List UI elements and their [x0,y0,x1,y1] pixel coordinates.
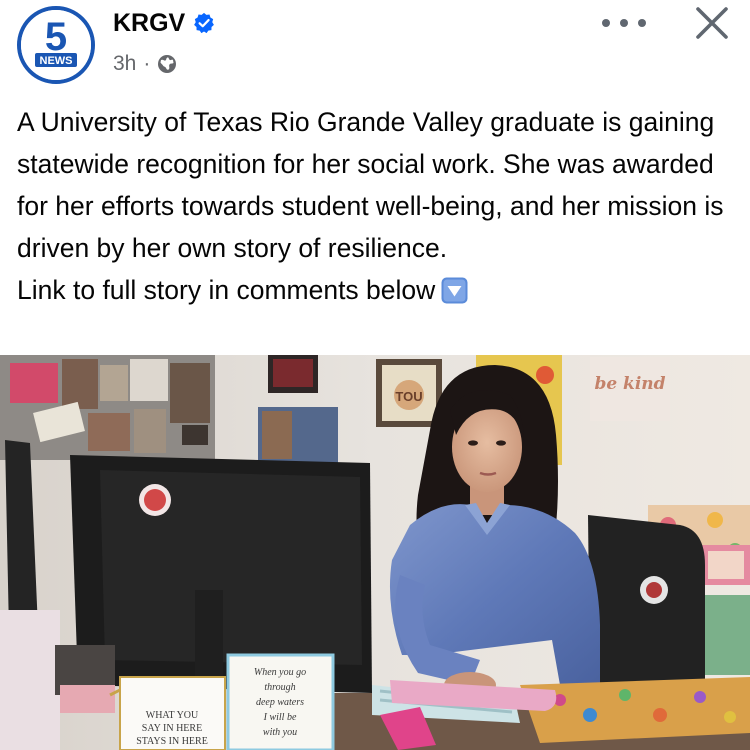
page-name-row: KRGV [113,8,215,38]
post-meta: 3h · [113,52,177,76]
wall-sign-text: be kind [594,374,665,394]
more-dot [620,19,628,27]
post-body: A University of Texas Rio Grande Valley … [17,101,737,311]
meta-separator: · [143,52,151,75]
card-left-line: SAY IN HERE [142,723,202,734]
wall-frame-text: TOU [395,389,422,404]
wall-photo [10,363,58,403]
post-link-line: Link to full story in comments below [17,269,737,311]
card-right-line: with you [263,727,297,738]
down-arrow-button-icon [441,274,468,304]
more-dot [638,19,646,27]
logo-number: 5 [45,15,67,59]
post-timestamp[interactable]: 3h [113,52,136,76]
more-dot [602,19,610,27]
wall-photo [182,425,208,445]
card-left-line: STAYS IN HERE [136,736,208,747]
card-right-line: deep waters [256,697,304,708]
krgv-5-news-logo: 5 NEWS [21,10,91,80]
logo-text: NEWS [40,55,73,67]
close-button[interactable] [692,3,732,43]
card-right-line: I will be [263,712,297,723]
post-photo[interactable]: TOU be kind WHAT YOU SAY IN HERE STAYS I… [0,355,750,750]
office-photo: TOU be kind WHAT YOU SAY IN HERE STAYS I… [0,355,750,750]
more-options-button[interactable] [602,10,646,36]
verified-badge-icon [193,12,215,34]
page-avatar[interactable]: 5 NEWS [17,6,95,84]
post-message: A University of Texas Rio Grande Valley … [17,107,724,263]
wall-photo [170,363,210,423]
close-icon [696,7,728,39]
post-link-text: Link to full story in comments below [17,275,436,305]
card-right-line: through [264,682,295,693]
card-left-line: WHAT YOU [146,710,199,721]
wall-photo [130,359,168,401]
wall-photo [100,365,128,401]
wall-photo [62,359,98,409]
wall-photo [134,409,166,453]
page-name[interactable]: KRGV [113,8,185,38]
globe-icon [157,54,177,74]
tissue-box [0,610,60,750]
facebook-post: 5 NEWS KRGV 3h · A University of Texas R… [0,0,750,750]
wall-photo [88,413,130,451]
card-right-line: When you go [254,667,306,678]
desk-mat [520,677,750,743]
